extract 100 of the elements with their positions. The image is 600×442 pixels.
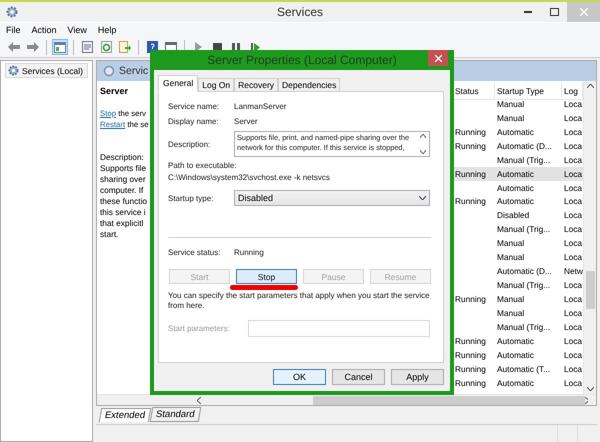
status-cell: Running — [455, 196, 486, 206]
minimize-icon — [524, 11, 532, 13]
log-on-cell: Loca — [564, 280, 582, 290]
log-on-cell: Loca — [564, 182, 582, 193]
dialog-button[interactable]: Cancel — [332, 369, 385, 385]
startup-type-cell: Disabled — [497, 210, 530, 220]
startup-type-cell: Manual — [497, 294, 524, 304]
menu-item[interactable]: Help — [98, 25, 116, 35]
description-text: these functio — [100, 196, 148, 207]
field-label: Path to executable: — [168, 161, 238, 170]
path-value: C:\Windows\system32\svchost.exe -k netsvcs — [168, 173, 330, 182]
service-control-button[interactable]: Stop — [236, 269, 297, 284]
startup-type-cell: Manual (Trig... — [497, 224, 550, 234]
dialog-tab[interactable]: Dependencies — [278, 78, 340, 92]
field-label: Start parameters: — [168, 324, 231, 333]
menu-item[interactable]: View — [68, 25, 87, 35]
column-header[interactable]: Startup Type — [495, 83, 562, 100]
startup-type-cell: Automatic — [497, 350, 534, 360]
view-tab[interactable]: Standard — [150, 407, 202, 422]
log-on-cell: Loca — [564, 252, 582, 262]
hint-text: You can specify the start parameters that apply when you start the service from here. — [168, 291, 431, 311]
log-on-cell: Loca — [564, 210, 582, 220]
startup-type-cell: Automatic (D... — [497, 140, 552, 151]
vertical-scrollbar[interactable] — [583, 81, 596, 394]
log-on-cell: Loca — [564, 140, 582, 151]
gear-icon — [8, 65, 19, 76]
startup-type-cell: Manual (Trig... — [497, 280, 550, 290]
status-cell: Running — [455, 140, 486, 151]
window-title: Services — [277, 5, 323, 19]
status-cell: Running — [455, 364, 486, 374]
startup-type-cell: Automatic (T... — [497, 364, 550, 374]
scroll-left-icon[interactable] — [197, 396, 201, 404]
startup-type-cell: Automatic (D... — [497, 266, 552, 276]
description-text: that explicitl — [100, 218, 144, 229]
startup-type-cell: Automatic — [497, 168, 534, 179]
scroll-thumb[interactable] — [312, 396, 584, 404]
log-on-cell: Loca — [564, 294, 582, 304]
status-value: Running — [234, 248, 264, 257]
scroll-down-icon[interactable] — [586, 387, 594, 391]
export-list-icon — [119, 41, 131, 53]
scroll-up-icon[interactable] — [420, 134, 426, 138]
field-label: Startup type: — [168, 194, 214, 202]
field-label: Service name: — [168, 102, 220, 111]
log-on-cell: Loca — [564, 168, 582, 179]
back-arrow-icon — [8, 42, 20, 52]
field-label: Display name: — [168, 117, 220, 126]
dialog-tab[interactable]: Recovery — [234, 78, 278, 92]
log-on-cell: Netw — [564, 266, 583, 276]
dialog-button[interactable]: Apply — [391, 369, 444, 385]
startup-type-cell: Manual (Trig... — [497, 322, 550, 332]
description-text: computer. If — [100, 185, 144, 196]
scroll-down-icon[interactable] — [420, 150, 426, 154]
toolbar-button[interactable] — [52, 39, 68, 55]
status-cell: Running — [455, 350, 486, 360]
status-cell: Running — [455, 336, 486, 346]
log-on-cell: Loca — [564, 364, 582, 374]
status-cell: Running — [455, 126, 486, 137]
dialog-button[interactable]: OK — [273, 369, 326, 385]
log-on-cell: Loca — [564, 126, 582, 137]
startup-type-cell: Automatic — [497, 336, 534, 346]
horizontal-scrollbar[interactable] — [97, 394, 596, 405]
scroll-right-icon[interactable] — [584, 396, 588, 404]
view-tab[interactable]: Extended — [98, 408, 152, 422]
log-on-cell: Loca — [564, 196, 582, 206]
description-text: sharing over — [100, 174, 146, 185]
dialog-tab[interactable]: General — [158, 75, 198, 92]
field-value: Server — [234, 117, 258, 126]
description-text: Supports file — [100, 163, 146, 174]
menu-item[interactable]: Action — [32, 25, 57, 35]
close-icon — [434, 54, 442, 62]
startup-type-cell: Automatic — [497, 378, 534, 388]
startup-type-cell: Manual — [497, 238, 524, 248]
log-on-cell: Loca — [564, 224, 582, 234]
play-icon — [194, 42, 202, 52]
dialog-tab[interactable]: Log On — [198, 78, 234, 92]
startup-type-dropdown[interactable]: Disabled — [234, 190, 430, 206]
startup-type-cell: Automatic — [497, 196, 534, 206]
status-cell: Running — [455, 378, 486, 388]
scroll-thumb[interactable] — [586, 271, 595, 309]
description-text: start. — [100, 229, 118, 240]
description-text: this service i — [100, 207, 146, 218]
status-cell: Running — [455, 168, 486, 179]
forward-arrow-icon — [27, 42, 39, 52]
log-on-cell: Loca — [564, 238, 582, 248]
underline-mark — [230, 285, 298, 290]
field-label: Service status: — [168, 248, 222, 257]
menu-item[interactable]: File — [6, 25, 21, 35]
log-on-cell: Loca — [564, 336, 582, 346]
close-button[interactable] — [428, 50, 448, 66]
close-icon — [580, 8, 588, 16]
startup-type-cell: Manual — [497, 308, 524, 318]
startup-type-cell: Manual — [497, 112, 524, 123]
scroll-up-icon[interactable] — [586, 84, 594, 88]
log-on-cell: Loca — [564, 154, 582, 165]
field-label: Description: — [168, 140, 212, 148]
toolbar-button[interactable] — [79, 39, 95, 55]
log-on-cell: Loca — [564, 112, 582, 123]
startup-type-cell: Manual — [497, 252, 524, 262]
startup-type-cell: Manual — [497, 98, 524, 109]
tree-item[interactable]: Services (Local) — [5, 63, 88, 78]
